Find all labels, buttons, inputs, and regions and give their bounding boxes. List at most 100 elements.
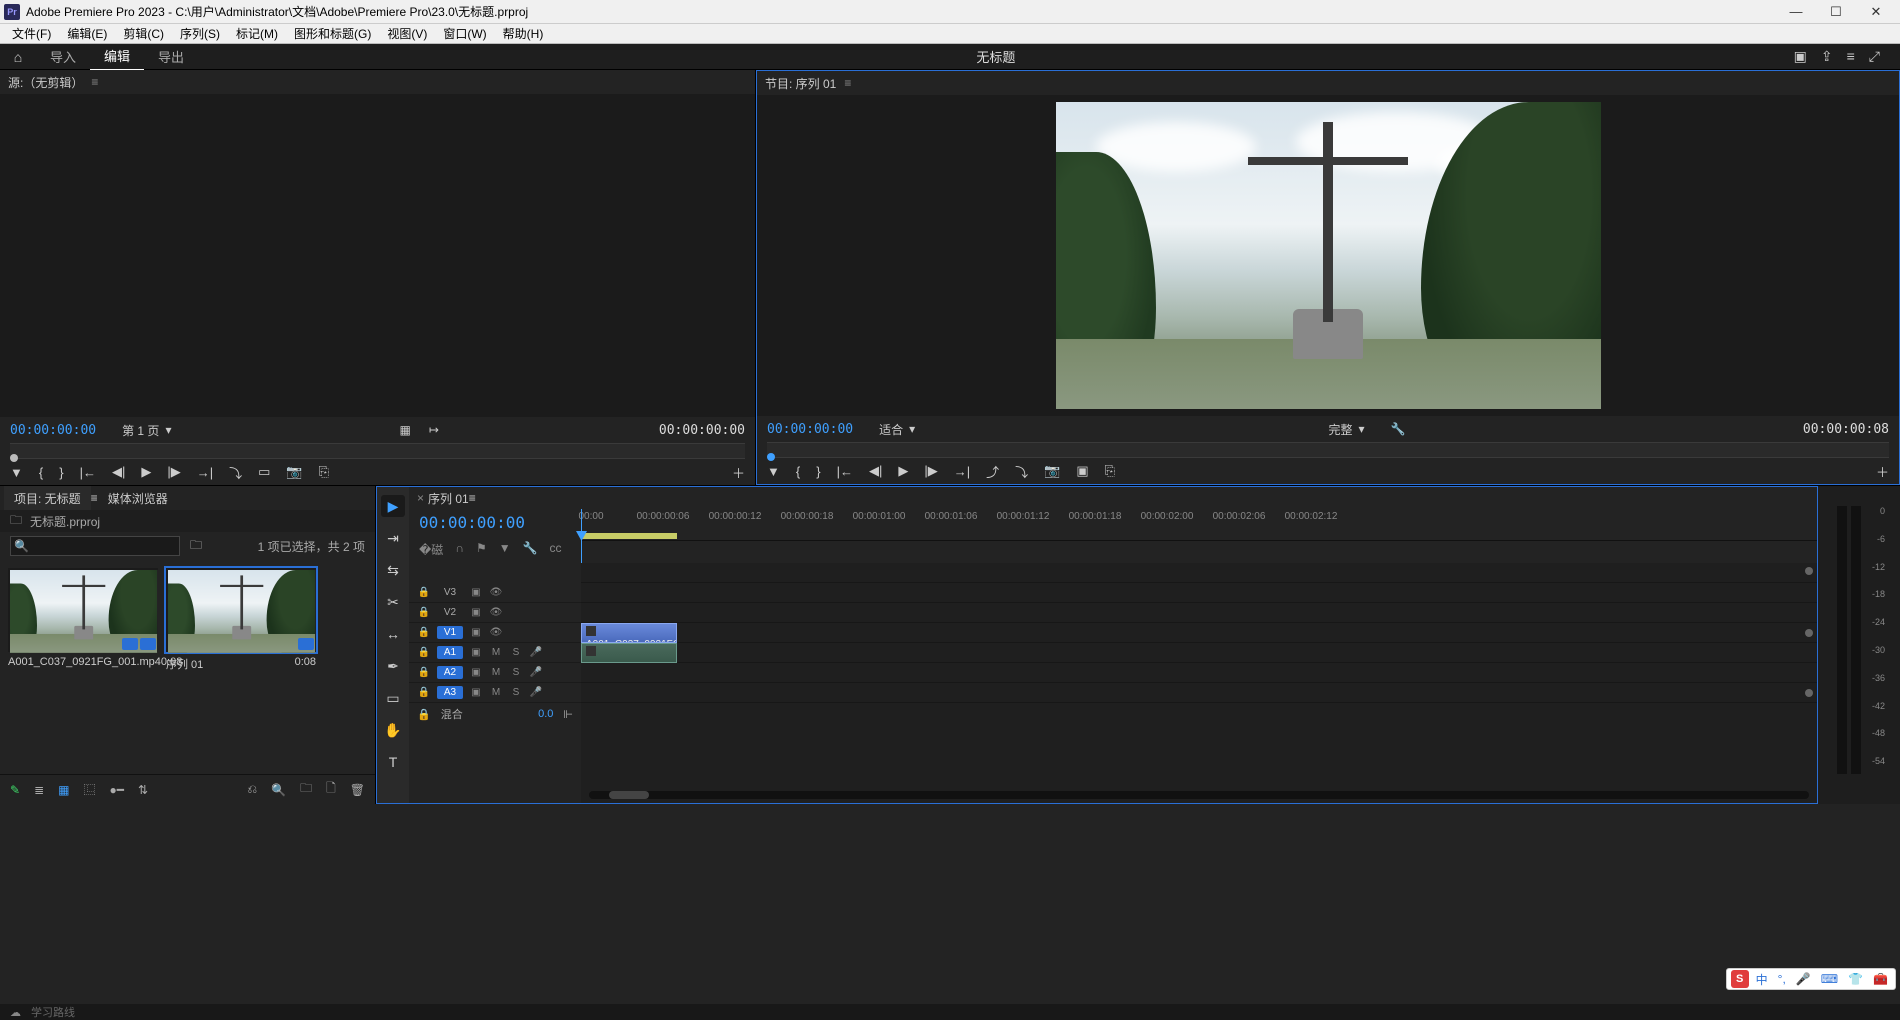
pen-icon[interactable]: ✎ (10, 783, 20, 797)
program-playhead-icon[interactable] (767, 453, 775, 461)
rectangle-tool-icon[interactable]: ▭ (381, 687, 405, 709)
mark-in-icon[interactable]: { (796, 464, 800, 479)
lock-icon[interactable]: 🔒 (417, 646, 431, 660)
add-marker-icon[interactable]: ▼ (10, 465, 23, 480)
ime-punct-icon[interactable]: °, (1775, 972, 1789, 986)
step-back-icon[interactable]: ◀| (112, 464, 125, 480)
menu-edit[interactable]: 编辑(E) (59, 23, 115, 44)
source-view-grid-icon[interactable]: ▦ (399, 423, 410, 437)
timeline-ruler[interactable]: 00:00 00:00:00:06 00:00:00:12 00:00:00:1… (581, 509, 1817, 541)
razor-tool-icon[interactable]: ✂ (381, 591, 405, 613)
ws-tab-edit[interactable]: 编辑 (90, 42, 144, 71)
audio-clip[interactable] (581, 643, 677, 663)
project-search-input[interactable] (10, 536, 180, 556)
menu-help[interactable]: 帮助(H) (495, 23, 552, 44)
lock-icon[interactable]: 🔒 (417, 686, 431, 700)
track-header-a1[interactable]: 🔒A1▣MS🎤 (409, 643, 581, 663)
tab-project[interactable]: 项目: 无标题 (4, 486, 91, 511)
bin-item-sequence[interactable]: 序列 010:08 (166, 568, 316, 672)
scroll-marker-icon[interactable] (1805, 567, 1813, 575)
project-breadcrumb[interactable]: 🗀 无标题.prproj (0, 510, 375, 532)
lock-icon[interactable]: 🔒 (417, 626, 431, 640)
home-icon[interactable]: ⌂ (0, 49, 36, 65)
target-icon[interactable]: ▣ (469, 646, 483, 660)
scroll-marker-icon[interactable] (1805, 689, 1813, 697)
scroll-thumb[interactable] (609, 791, 649, 799)
new-bin-icon[interactable]: 🗀 (190, 536, 202, 557)
workspace-menu-icon[interactable]: ≡ (1847, 48, 1855, 65)
ime-toolbox-icon[interactable]: 🧰 (1870, 972, 1891, 986)
expand-icon[interactable]: ⊩ (563, 708, 573, 721)
menu-clip[interactable]: 剪辑(C) (115, 23, 172, 44)
source-panel-menu-icon[interactable]: ≡ (91, 75, 98, 89)
new-bin-button-icon[interactable]: 🗀 (300, 779, 312, 800)
tab-media-browser[interactable]: 媒体浏览器 (98, 486, 178, 511)
mark-in-icon[interactable]: { (39, 465, 43, 480)
mark-out-icon[interactable]: } (59, 465, 63, 480)
maximize-button[interactable]: ☐ (1816, 0, 1856, 24)
sort-icon[interactable]: ⇅ (138, 783, 148, 797)
video-clip[interactable]: A001_C037_0921FG (581, 623, 677, 643)
track-header-a2[interactable]: 🔒A2▣MS🎤 (409, 663, 581, 683)
step-forward-icon[interactable]: |▶ (924, 463, 937, 479)
track-header-v1[interactable]: 🔒V1▣👁 (409, 623, 581, 643)
source-page-dropdown[interactable]: 第 1 页▾ (114, 420, 179, 441)
program-scrub-bar[interactable] (767, 442, 1889, 458)
play-icon[interactable]: ▶ (898, 463, 908, 479)
ime-logo-icon[interactable]: S (1731, 970, 1749, 988)
go-to-out-icon[interactable]: →| (197, 465, 213, 480)
program-tab[interactable]: 节目: 序列 01 (765, 75, 836, 92)
mix-value[interactable]: 0.0 (538, 708, 553, 720)
track-lanes[interactable]: A001_C037_0921FG (581, 563, 1817, 803)
fullscreen-icon[interactable]: ⤢ (1869, 48, 1880, 65)
project-panel-menu-icon[interactable]: ≡ (91, 491, 98, 505)
target-icon[interactable]: ▣ (469, 626, 483, 640)
freeform-view-icon[interactable]: ⿺ (83, 781, 95, 798)
program-quality-dropdown[interactable]: 完整▾ (1321, 419, 1373, 440)
ime-skin-icon[interactable]: 👕 (1845, 972, 1866, 986)
ws-tab-export[interactable]: 导出 (144, 43, 198, 70)
bin-item-clip[interactable]: A001_C037_0921FG_001.mp40:08 (8, 568, 158, 668)
menu-view[interactable]: 视图(V) (379, 23, 435, 44)
menu-marker[interactable]: 标记(M) (228, 23, 286, 44)
source-timecode-left[interactable]: 00:00:00:00 (10, 423, 96, 438)
target-icon[interactable]: ▣ (469, 586, 483, 600)
wrench-icon[interactable]: 🔧 (1391, 422, 1406, 436)
mix-track-row[interactable]: 🔒混合0.0⊩ (409, 703, 581, 725)
close-button[interactable]: ✕ (1856, 0, 1896, 24)
source-tab[interactable]: 源:（无剪辑） (8, 74, 83, 91)
extract-icon[interactable]: ⤵ (1015, 462, 1028, 481)
ime-toolbar[interactable]: S 中 °, 🎤 ⌨ 👕 🧰 (1726, 968, 1896, 990)
automate-icon[interactable]: ⎌ (248, 782, 258, 797)
lock-icon[interactable]: 🔒 (417, 666, 431, 680)
ws-tab-import[interactable]: 导入 (36, 43, 90, 70)
overwrite-icon[interactable]: ▭ (258, 464, 270, 480)
safe-margins-icon[interactable]: ⎘ (1105, 463, 1115, 479)
target-icon[interactable]: ▣ (469, 686, 483, 700)
track-header-v3[interactable]: 🔒V3▣👁 (409, 583, 581, 603)
linked-selection-icon[interactable]: ∩ (455, 541, 464, 563)
export-frame-icon[interactable]: 📷 (286, 464, 302, 480)
source-monitor-view[interactable] (0, 94, 755, 417)
button-editor-icon[interactable]: ＋ (1876, 462, 1889, 481)
cc-icon[interactable]: cc (550, 541, 562, 563)
play-icon[interactable]: ▶ (141, 464, 151, 480)
step-back-icon[interactable]: ◀| (869, 463, 882, 479)
program-timecode-left[interactable]: 00:00:00:00 (767, 422, 853, 437)
selection-tool-icon[interactable]: ▶ (381, 495, 405, 517)
ime-voice-icon[interactable]: 🎤 (1793, 972, 1814, 986)
ime-keyboard-icon[interactable]: ⌨ (1818, 972, 1841, 986)
menu-sequence[interactable]: 序列(S) (172, 23, 228, 44)
source-scrub-bar[interactable] (10, 443, 745, 459)
source-playhead-icon[interactable] (10, 454, 18, 462)
trash-icon[interactable]: 🗑 (350, 783, 365, 797)
track-header-v2[interactable]: 🔒V2▣👁 (409, 603, 581, 623)
settings-icon[interactable]: ⎘ (319, 464, 329, 480)
menu-file[interactable]: 文件(F) (4, 23, 59, 44)
comparison-view-icon[interactable]: ▣ (1076, 463, 1088, 479)
timeline-panel-menu-icon[interactable]: ≡ (469, 491, 476, 505)
track-header-a3[interactable]: 🔒A3▣MS🎤 (409, 683, 581, 703)
program-monitor-view[interactable] (757, 95, 1899, 416)
mic-icon[interactable]: 🎤 (529, 666, 543, 680)
step-forward-icon[interactable]: |▶ (167, 464, 180, 480)
